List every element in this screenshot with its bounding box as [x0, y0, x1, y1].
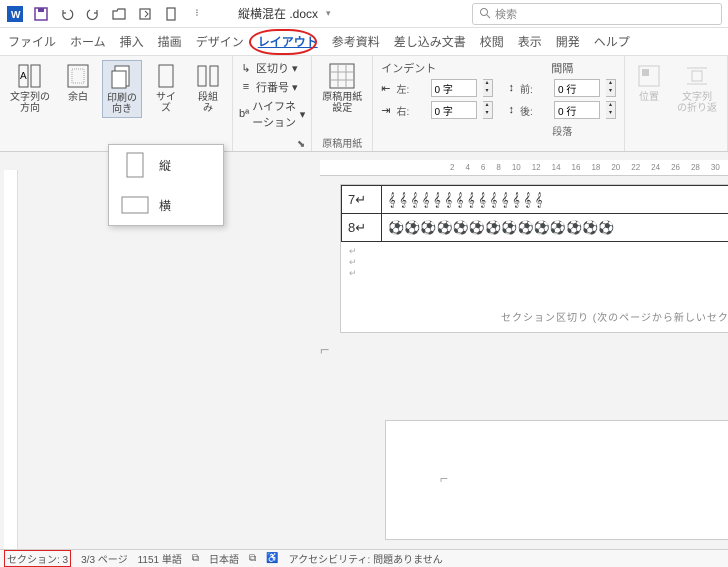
- breaks-icon: ↳: [239, 61, 253, 75]
- text-direction-button[interactable]: A 文字列の 方向: [6, 60, 54, 116]
- tab-insert[interactable]: 挿入: [120, 33, 144, 50]
- indent-left-spinner[interactable]: ▴▾: [483, 79, 493, 97]
- hyphen-button[interactable]: bªハイフネーション ▾: [239, 98, 305, 130]
- linenum-button[interactable]: ≡行番号 ▾: [239, 79, 305, 95]
- para-group-label: 段落: [509, 123, 617, 138]
- indent-left-icon: ⇤: [381, 82, 390, 95]
- linenum-icon: ≡: [239, 80, 253, 94]
- title-dropdown-icon[interactable]: ▾: [326, 8, 331, 19]
- newdoc-icon[interactable]: [162, 5, 180, 23]
- table-row: 7↵ 𝄞 𝄞 𝄞 𝄞 𝄞 𝄞 𝄞 𝄞 𝄞 𝄞 𝄞 𝄞 𝄞 𝄞: [342, 186, 728, 214]
- export-icon[interactable]: [136, 5, 154, 23]
- status-language[interactable]: 日本語: [209, 551, 239, 566]
- wrap-button: 文字列 の折り返: [673, 60, 721, 116]
- spacing-title: 間隔: [509, 60, 617, 76]
- landscape-icon: [119, 191, 151, 219]
- orientation-portrait[interactable]: 縦: [109, 145, 223, 185]
- genkou-button[interactable]: 原稿用紙 設定: [318, 60, 366, 116]
- search-placeholder: 検索: [495, 6, 517, 22]
- status-spellcheck-icon[interactable]: ⧉: [192, 553, 199, 564]
- title-bar: W ⁝ 縦横混在 .docx ▾ 検索: [0, 0, 728, 28]
- spacing-before-icon: ↕: [509, 82, 515, 94]
- status-track-icon[interactable]: ⧉: [249, 553, 256, 564]
- search-box[interactable]: 検索: [472, 3, 722, 25]
- tab-review[interactable]: 校閲: [480, 33, 504, 50]
- status-page[interactable]: 3/3 ページ: [81, 551, 127, 566]
- status-bar: セクション: 3 3/3 ページ 1151 単語 ⧉ 日本語 ⧉ ♿ アクセシビ…: [0, 549, 728, 567]
- tab-home[interactable]: ホーム: [70, 33, 106, 50]
- indent-right-label: 右:: [397, 103, 425, 118]
- columns-button[interactable]: 段組み: [190, 60, 226, 116]
- genkou-group-label: 原稿用紙: [318, 135, 366, 150]
- status-words[interactable]: 1151 単語: [138, 551, 182, 566]
- undo-icon[interactable]: [58, 5, 76, 23]
- tab-design[interactable]: デザイン: [196, 33, 244, 50]
- tab-file[interactable]: ファイル: [8, 33, 56, 50]
- vertical-ruler: [4, 170, 18, 549]
- spacing-after-label: 後:: [520, 103, 548, 118]
- tab-help[interactable]: ヘルプ: [594, 33, 630, 50]
- section-break-text: セクション区切り (次のページから新しいセク: [501, 309, 728, 324]
- horizontal-ruler: 24681012141618202224262830: [320, 160, 728, 176]
- spacing-after-icon: ↕: [509, 104, 515, 116]
- content-table: 7↵ 𝄞 𝄞 𝄞 𝄞 𝄞 𝄞 𝄞 𝄞 𝄞 𝄞 𝄞 𝄞 𝄞 𝄞 8↵ ⚽⚽⚽⚽⚽⚽…: [341, 185, 728, 242]
- crop-mark-icon: ⌐: [440, 470, 448, 486]
- status-accessibility[interactable]: アクセシビリティ: 問題ありません: [289, 551, 443, 566]
- tab-reference[interactable]: 参考資料: [332, 33, 380, 50]
- indent-left-input[interactable]: [431, 79, 477, 97]
- word-app-icon: W: [6, 5, 24, 23]
- svg-text:A: A: [20, 71, 27, 82]
- qat-more-icon[interactable]: ⁝: [188, 5, 206, 23]
- save-icon[interactable]: [32, 5, 50, 23]
- position-button: 位置: [631, 60, 667, 105]
- spacing-before-input[interactable]: [554, 79, 600, 97]
- ribbon: A 文字列の 方向 余白 印刷の 向き サイズ 段組み ↳区切り: [0, 56, 728, 152]
- search-icon: [479, 7, 491, 22]
- tab-layout[interactable]: レイアウト: [258, 33, 318, 50]
- row-content-music: 𝄞 𝄞 𝄞 𝄞 𝄞 𝄞 𝄞 𝄞 𝄞 𝄞 𝄞 𝄞 𝄞 𝄞: [382, 186, 728, 214]
- table-row: 8↵ ⚽⚽⚽⚽⚽⚽⚽⚽⚽⚽⚽⚽⚽⚽: [342, 214, 728, 242]
- row-number: 8: [348, 220, 355, 235]
- row-number: 7: [348, 192, 355, 207]
- tab-mailmerge[interactable]: 差し込み文書: [394, 33, 466, 50]
- hyphen-icon: bª: [239, 107, 249, 121]
- redo-icon[interactable]: [84, 5, 102, 23]
- page-2: [385, 420, 728, 540]
- open-icon[interactable]: [110, 5, 128, 23]
- indent-right-spinner[interactable]: ▴▾: [483, 101, 493, 119]
- page-1: 7↵ 𝄞 𝄞 𝄞 𝄞 𝄞 𝄞 𝄞 𝄞 𝄞 𝄞 𝄞 𝄞 𝄞 𝄞 8↵ ⚽⚽⚽⚽⚽⚽…: [340, 184, 728, 333]
- indent-title: インデント: [381, 60, 492, 76]
- orientation-button[interactable]: 印刷の 向き: [102, 60, 142, 118]
- portrait-icon: [119, 151, 151, 179]
- indent-right-input[interactable]: [431, 101, 477, 119]
- accessibility-icon: ♿: [266, 553, 278, 564]
- svg-text:W: W: [11, 10, 21, 21]
- tab-view[interactable]: 表示: [518, 33, 542, 50]
- indent-right-icon: ⇥: [381, 104, 390, 117]
- row-content-soccer: ⚽⚽⚽⚽⚽⚽⚽⚽⚽⚽⚽⚽⚽⚽: [382, 214, 728, 242]
- indent-left-label: 左:: [397, 81, 425, 96]
- orientation-dropdown: 縦 横: [108, 144, 224, 226]
- spacing-before-spinner[interactable]: ▴▾: [606, 79, 616, 97]
- margin-button[interactable]: 余白: [60, 60, 96, 105]
- menu-tabs: ファイル ホーム 挿入 描画 デザイン レイアウト 参考資料 差し込み文書 校閲…: [0, 28, 728, 56]
- orientation-landscape[interactable]: 横: [109, 185, 223, 225]
- spacing-before-label: 前:: [520, 81, 548, 96]
- tab-draw[interactable]: 描画: [158, 33, 182, 50]
- orientation-landscape-label: 横: [159, 197, 171, 214]
- breaks-button[interactable]: ↳区切り ▾: [239, 60, 305, 76]
- document-title: 縦横混在 .docx: [238, 5, 318, 22]
- size-button[interactable]: サイズ: [148, 60, 184, 116]
- status-section[interactable]: セクション: 3: [4, 550, 71, 567]
- spacing-after-input[interactable]: [554, 101, 600, 119]
- spacing-after-spinner[interactable]: ▴▾: [606, 101, 616, 119]
- tab-developer[interactable]: 開発: [556, 33, 580, 50]
- crop-mark-icon: ⌐: [320, 342, 329, 360]
- orientation-portrait-label: 縦: [159, 157, 171, 174]
